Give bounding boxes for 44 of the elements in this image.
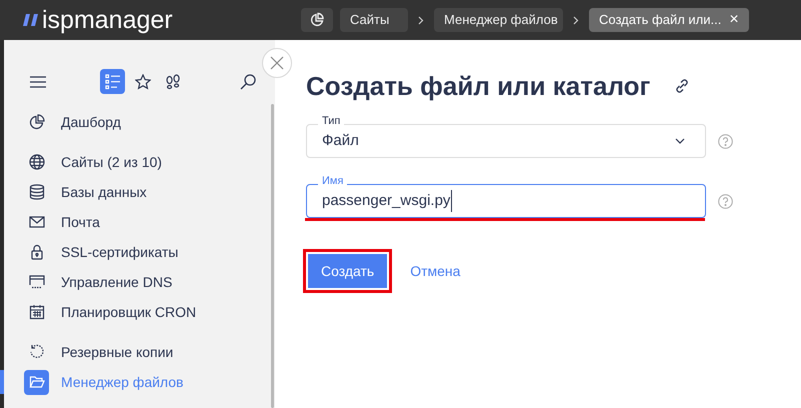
globe-icon — [28, 154, 44, 170]
sidebar-item[interactable]: SSL-сертификаты — [4, 237, 266, 267]
scrollbar[interactable] — [271, 104, 274, 408]
chevron-icon — [418, 16, 424, 24]
chevron-icon — [573, 16, 579, 24]
name-field[interactable]: passenger_wsgi.py — [306, 184, 706, 218]
sidebar-item[interactable]: Управление DNS — [4, 267, 266, 297]
envelope-icon — [28, 214, 44, 230]
breadcrumb[interactable]: Создать файл или... × — [589, 8, 749, 32]
database-icon — [28, 184, 44, 200]
footprints-icon — [164, 74, 180, 90]
breadcrumb[interactable]: Сайты — [340, 8, 408, 32]
logo-text: ispmanager — [42, 8, 173, 32]
home-button[interactable] — [301, 8, 333, 32]
page-title: Создать файл или каталог — [306, 73, 650, 99]
sidebar-item[interactable]: Базы данных — [4, 177, 266, 207]
cancel-link[interactable]: Отмена — [406, 260, 464, 282]
pie-chart-icon — [28, 114, 44, 130]
field-label: Имя — [318, 176, 348, 187]
close-button[interactable] — [262, 48, 292, 78]
folder-icon — [28, 374, 44, 390]
sidebar-item[interactable]: Планировщик CRON — [4, 297, 266, 327]
field-label: Тип — [318, 116, 344, 127]
sidebar-item[interactable]: Дашборд — [4, 107, 266, 137]
create-button[interactable]: Создать — [308, 254, 388, 288]
rotate-icon — [28, 344, 44, 360]
pie-chart-icon — [309, 12, 325, 28]
list-icon — [104, 74, 120, 90]
sidebar-item[interactable]: Почта — [4, 207, 266, 237]
calendar-icon — [28, 304, 44, 320]
menu-icon[interactable] — [30, 76, 46, 88]
lock-icon — [28, 244, 44, 260]
chevron-down-icon — [675, 138, 685, 144]
sidebar-item[interactable]: Резервные копии — [4, 337, 266, 367]
type-select[interactable]: Файл — [306, 124, 706, 158]
dns-icon — [28, 274, 44, 290]
breadcrumb[interactable]: Менеджер файлов — [434, 8, 563, 32]
link-icon[interactable] — [675, 79, 690, 93]
close-icon — [270, 56, 284, 70]
sidebar-item[interactable]: Сайты (2 из 10) — [4, 147, 266, 177]
star-icon — [134, 74, 150, 90]
close-icon[interactable]: × — [729, 12, 739, 28]
logo-icon — [22, 13, 40, 27]
search-icon[interactable] — [240, 74, 256, 90]
